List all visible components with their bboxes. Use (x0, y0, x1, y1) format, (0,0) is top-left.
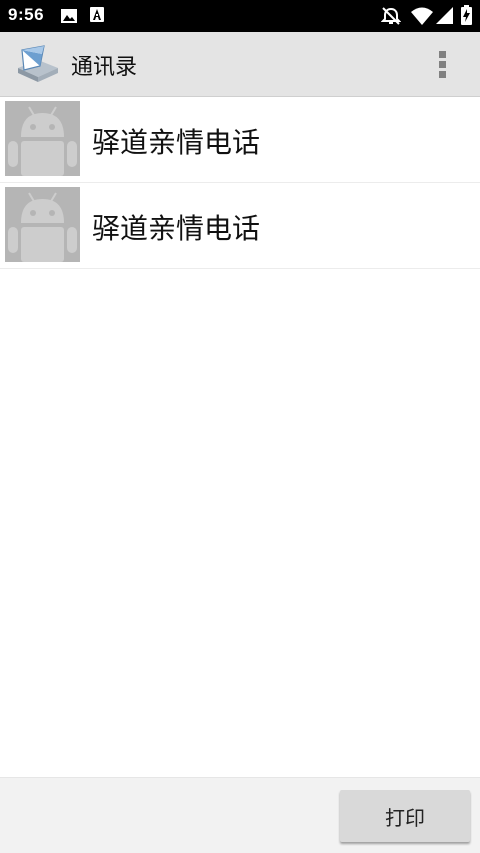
print-button[interactable]: 打印 (340, 790, 470, 842)
printer-app-icon (14, 44, 60, 88)
contact-name: 驿道亲情电话 (92, 126, 261, 159)
more-vert-icon[interactable] (430, 48, 456, 80)
signal-icon (436, 7, 453, 28)
app-title: 通讯录 (71, 55, 138, 80)
alarm-off-icon (380, 6, 402, 30)
bottom-bar: 打印 (0, 777, 480, 853)
list-item[interactable]: 驿道亲情电话 (0, 97, 480, 183)
wifi-icon (411, 7, 433, 29)
android-avatar-icon (5, 187, 80, 262)
screen: 9:56 通讯录 驿道亲情电话 驿道亲情电话 打印 (0, 0, 480, 853)
list-item[interactable]: 驿道亲情电话 (0, 183, 480, 269)
status-time: 9:56 (8, 5, 45, 24)
app-bar: 通讯录 (0, 32, 480, 97)
status-bar: 9:56 (0, 0, 480, 32)
android-avatar-icon (5, 101, 80, 176)
contact-list: 驿道亲情电话 驿道亲情电话 (0, 97, 480, 269)
contact-name: 驿道亲情电话 (92, 212, 261, 245)
a-notification-icon (90, 7, 104, 26)
image-notification-icon (61, 8, 77, 27)
battery-charging-icon (461, 5, 472, 29)
